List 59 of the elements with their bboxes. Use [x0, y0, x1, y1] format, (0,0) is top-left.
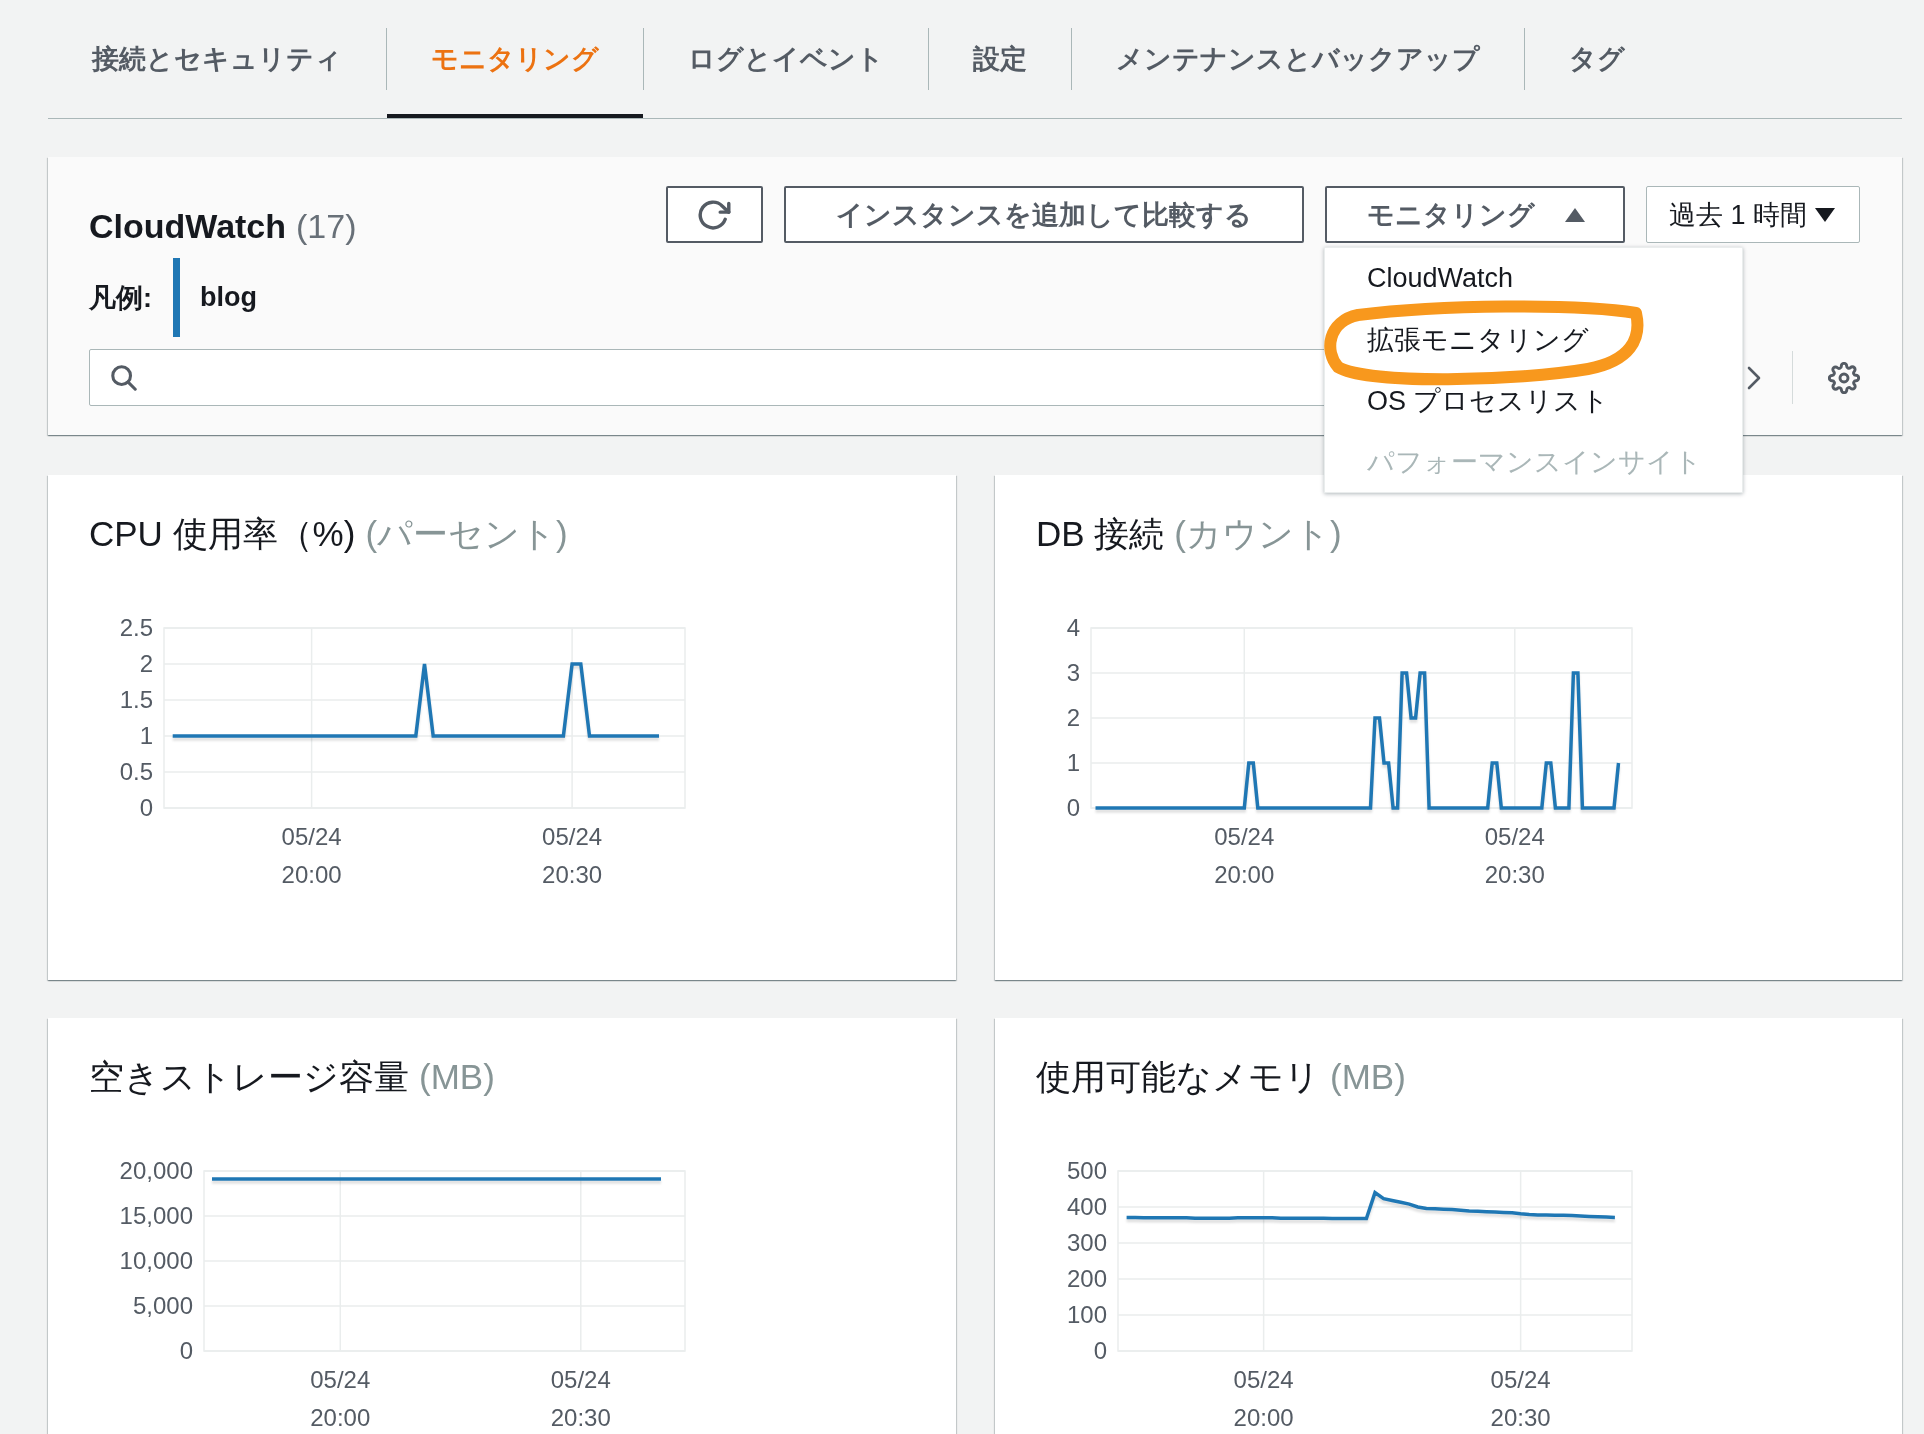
tab[interactable]: タグ [1525, 0, 1669, 118]
axis-label: 05/24 20:30 [542, 823, 603, 888]
axis-label: 2 [139, 650, 153, 677]
search-field[interactable] [89, 349, 1327, 406]
search-icon [111, 364, 137, 391]
settings-icon[interactable] [1828, 361, 1860, 394]
axis-label: 05/24 20:00 [281, 823, 342, 888]
panel-title: CloudWatch [89, 206, 287, 246]
axis-label: 2.5 [119, 614, 153, 641]
axis-label: 05/24 20:30 [1490, 1366, 1551, 1431]
axis-label: 200 [1066, 1265, 1107, 1292]
axis-label: 20,000 [119, 1157, 193, 1184]
axis-label: 300 [1066, 1229, 1107, 1256]
axis-label: 1 [139, 722, 153, 749]
chevron-right-icon[interactable] [1747, 365, 1761, 390]
axis-label: 05/24 20:00 [1214, 823, 1275, 888]
axis-label: 10,000 [119, 1247, 193, 1274]
legend-label: blog [200, 282, 257, 313]
tab[interactable]: メンテナンスとバックアップ [1072, 0, 1524, 118]
menu-item[interactable]: CloudWatch [1324, 248, 1742, 309]
axis-label: 1.5 [119, 686, 153, 713]
chart-title: 使用可能なメモリ [1036, 1056, 1320, 1098]
axis-label: 0 [1066, 794, 1080, 821]
time-range-select[interactable]: 過去 1 時間 [1645, 186, 1860, 243]
axis-label: 100 [1066, 1301, 1107, 1328]
tab[interactable]: 接続とセキュリティ [48, 0, 386, 118]
tab[interactable]: 設定 [929, 0, 1071, 118]
unit-label: (MB) [1330, 1056, 1406, 1098]
axis-label: 15,000 [119, 1202, 193, 1229]
legend-title: 凡例: [89, 281, 152, 315]
axis-label: 2 [1066, 704, 1080, 731]
tab[interactable]: ログとイベント [644, 0, 928, 118]
axis-label: 4 [1066, 614, 1080, 641]
refresh-button[interactable] [665, 186, 763, 243]
axis-label: 5,000 [132, 1292, 193, 1319]
unit-label: (パーセント) [365, 513, 568, 555]
chart-title: 空きストレージ容量 [89, 1056, 409, 1098]
unit-label: (カウント) [1174, 513, 1342, 555]
chart-title: DB 接続 [1036, 513, 1165, 555]
unit-label: (MB) [419, 1056, 495, 1098]
axis-label: 05/24 20:00 [310, 1366, 371, 1431]
axis-label: 0 [1093, 1337, 1107, 1364]
menu-item[interactable]: 拡張モニタリング [1324, 309, 1742, 370]
menu-item[interactable]: OS プロセスリスト [1324, 370, 1742, 431]
refresh-icon [697, 199, 731, 230]
chart-title: CPU 使用率（%) [89, 513, 356, 555]
compare-button[interactable]: インスタンスを追加して比較する [783, 186, 1304, 243]
axis-label: 05/24 20:00 [1233, 1366, 1294, 1431]
axis-label: 05/24 20:30 [1484, 823, 1545, 888]
axis-label: 0 [139, 794, 153, 821]
axis-label: 1 [1066, 749, 1080, 776]
axis-label: 3 [1066, 659, 1080, 686]
item-count: (17) [296, 206, 357, 246]
axis-label: 0 [179, 1337, 193, 1364]
axis-label: 400 [1066, 1193, 1107, 1220]
axis-label: 05/24 20:30 [550, 1366, 611, 1431]
monitoring-menu-button[interactable]: モニタリング [1324, 186, 1625, 243]
axis-label: 500 [1066, 1157, 1107, 1184]
axis-label: 0.5 [119, 758, 153, 785]
